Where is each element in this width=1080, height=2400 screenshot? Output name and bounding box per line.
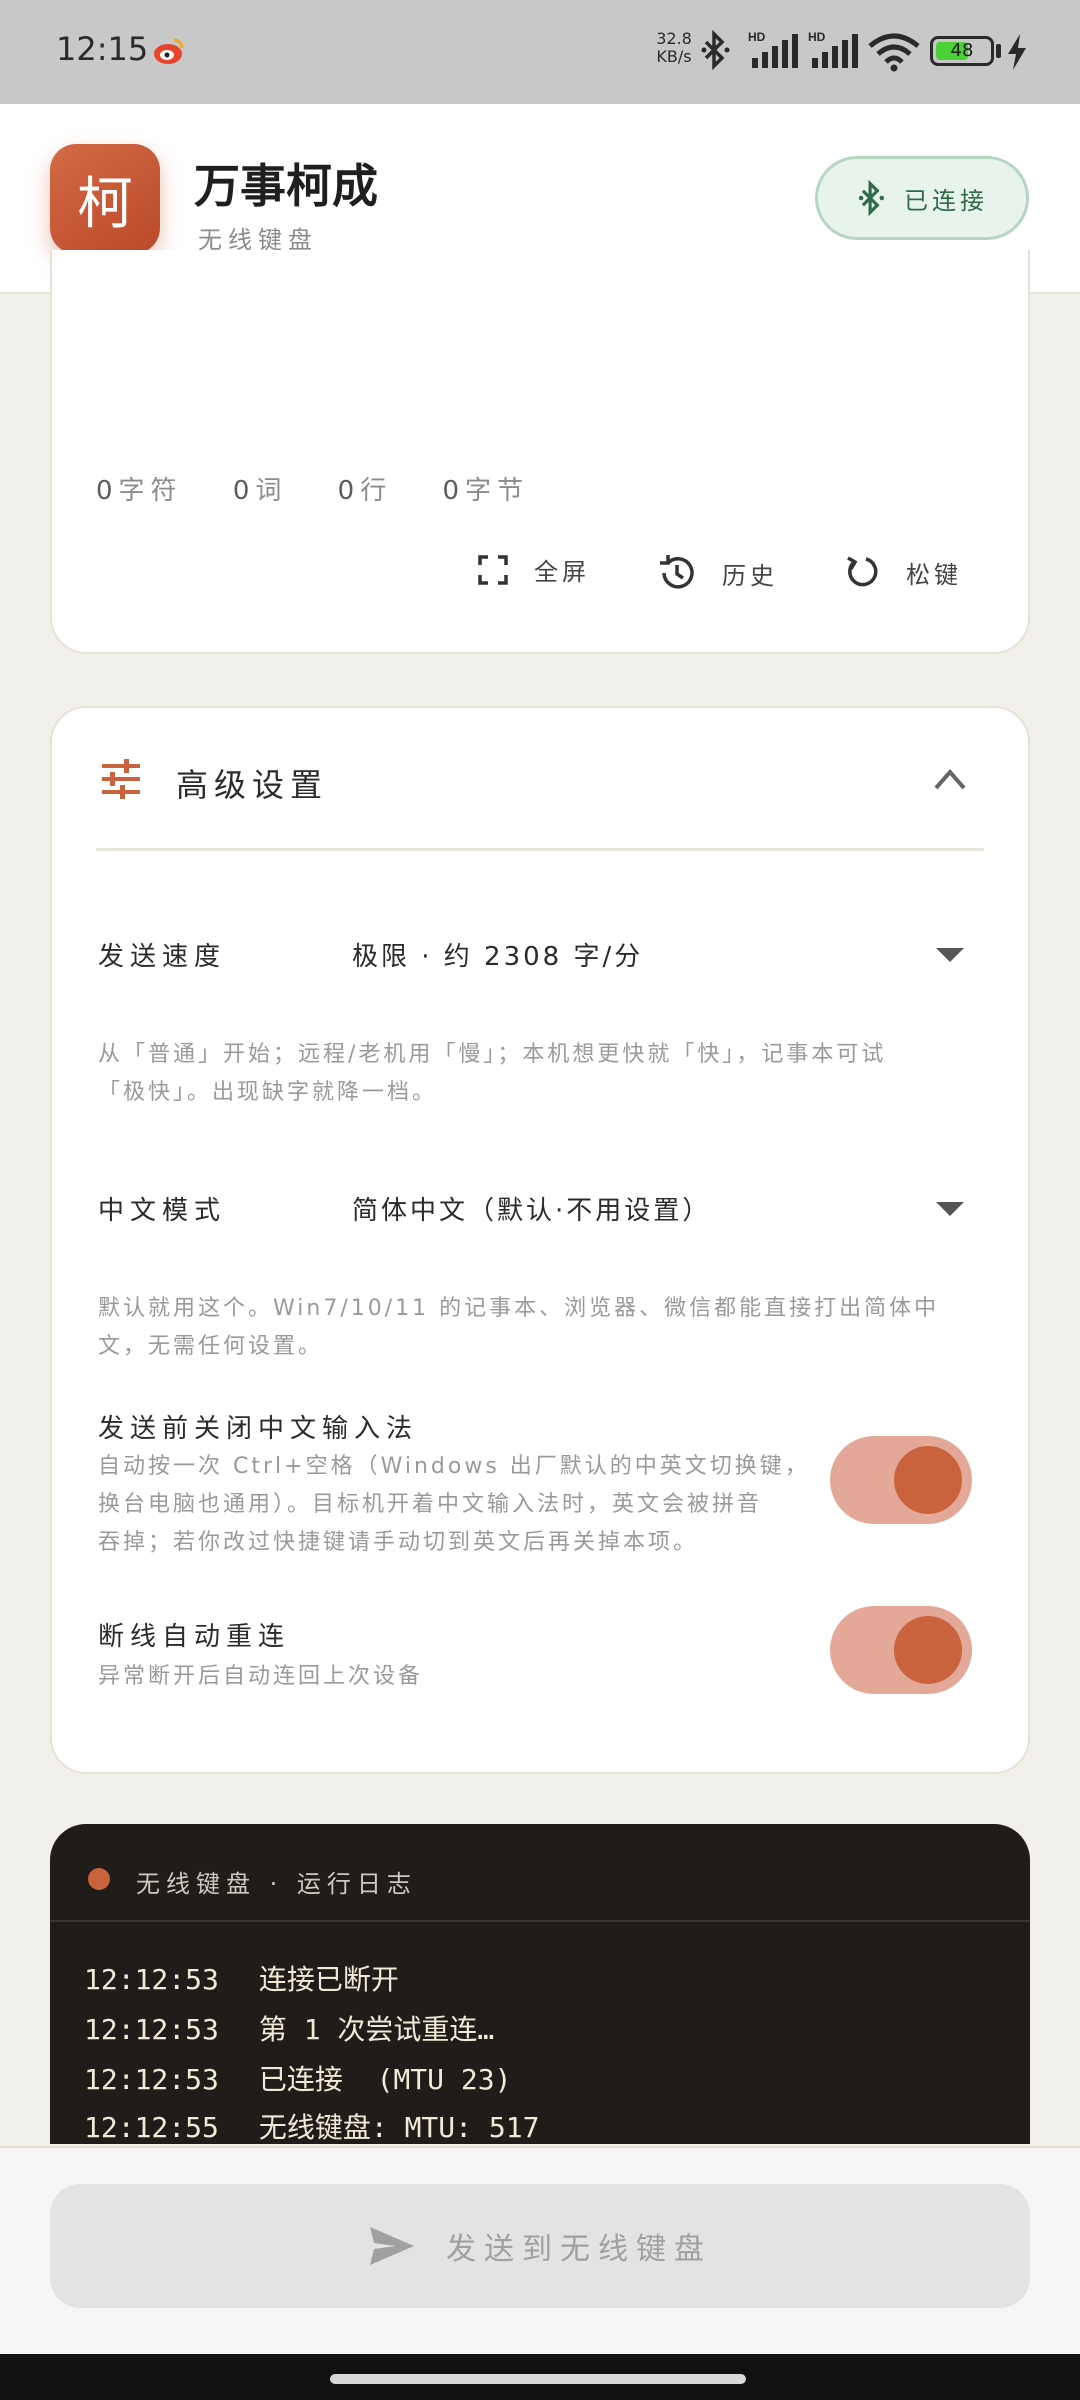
divider	[50, 1920, 1030, 1922]
log-title: 无线键盘 · 运行日志	[136, 1870, 417, 1898]
log-entry: 12:12:55 无线键盘: MTU: 517	[84, 2111, 540, 2144]
status-time: 12:15	[56, 30, 149, 68]
bluetooth-icon	[858, 180, 885, 216]
bluetooth-icon	[701, 30, 730, 70]
stat-bytes: 0 字节	[442, 476, 530, 506]
history-button[interactable]: 历史	[656, 552, 778, 594]
connection-status-button[interactable]: 已连接	[815, 156, 1029, 240]
battery-icon: 48	[930, 36, 994, 66]
speed-select[interactable]: 极限 · 约 2308 字/分	[352, 936, 643, 973]
toggle-knob	[894, 1446, 962, 1514]
app-title: 万事柯成	[194, 159, 378, 213]
chinese-mode-select[interactable]: 简体中文（默认·不用设置）	[352, 1190, 711, 1227]
fullscreen-icon	[478, 554, 508, 585]
history-icon	[660, 555, 694, 589]
stat-lines: 0行	[337, 476, 393, 506]
auto-reconnect-toggle[interactable]	[830, 1606, 972, 1694]
log-entry: 12:12:53 第 1 次尝试重连…	[84, 2013, 495, 2046]
send-icon	[370, 2227, 414, 2265]
advanced-settings-title: 高级设置	[176, 766, 329, 804]
stat-chars: 0 字符	[96, 476, 183, 506]
network-speed: 32.8 KB/s	[656, 29, 692, 66]
log-entry: 12:12:53 连接已断开	[84, 1963, 399, 1996]
dropdown-icon[interactable]	[936, 1202, 964, 1216]
fullscreen-button[interactable]: 全屏	[476, 552, 590, 587]
close-ime-title: 发送前关闭中文输入法	[98, 1414, 419, 1444]
app-logo: 柯	[50, 144, 160, 254]
close-ime-desc: 自动按一次 Ctrl+空格（Windows 出厂默认的中英文切换键， 换台电脑也…	[98, 1454, 810, 1555]
release-keys-button[interactable]: 松键	[842, 552, 962, 592]
weibo-icon	[154, 38, 184, 64]
speed-label: 发送速度	[98, 942, 227, 972]
log-entry: 12:12:53 已连接 (MTU 23)	[84, 2063, 512, 2096]
dropdown-icon[interactable]	[936, 948, 964, 962]
tune-icon	[102, 759, 140, 799]
stat-words: 0词	[232, 476, 288, 506]
signal-icon-2: HD	[808, 30, 858, 68]
svg-text:HD: HD	[808, 30, 826, 44]
divider	[96, 848, 984, 851]
chevron-up-icon[interactable]	[932, 764, 968, 794]
auto-reconnect-desc: 异常断开后自动连回上次设备	[98, 1664, 424, 1689]
close-ime-toggle[interactable]	[830, 1436, 972, 1524]
log-status-dot	[88, 1868, 110, 1890]
chinese-mode-hint: 默认就用这个。Win7/10/11 的记事本、浏览器、微信都能直接打出简体中 文…	[98, 1296, 940, 1359]
send-button[interactable]: 发送到无线键盘	[50, 2184, 1030, 2308]
text-input-card[interactable]	[50, 250, 1030, 654]
svg-text:HD: HD	[748, 30, 766, 44]
connection-label: 已连接	[904, 186, 988, 215]
chinese-mode-label: 中文模式	[98, 1196, 227, 1226]
wifi-icon	[868, 33, 920, 72]
home-gesture-handle[interactable]	[330, 2374, 746, 2384]
charging-icon	[1008, 34, 1026, 70]
reset-icon	[847, 556, 878, 587]
text-stats: 0 字符 0词 0行 0 字节	[96, 470, 571, 507]
status-bar: 12:15 32.8 KB/s HD HD 48	[0, 0, 1080, 104]
speed-hint: 从「普通」开始；远程/老机用「慢」；本机想更快就「快」，记事本可试 「极快」。出…	[98, 1042, 887, 1105]
signal-icon: HD	[748, 30, 798, 68]
battery-cap	[996, 44, 1001, 58]
auto-reconnect-title: 断线自动重连	[98, 1622, 291, 1652]
toggle-knob	[894, 1616, 962, 1684]
